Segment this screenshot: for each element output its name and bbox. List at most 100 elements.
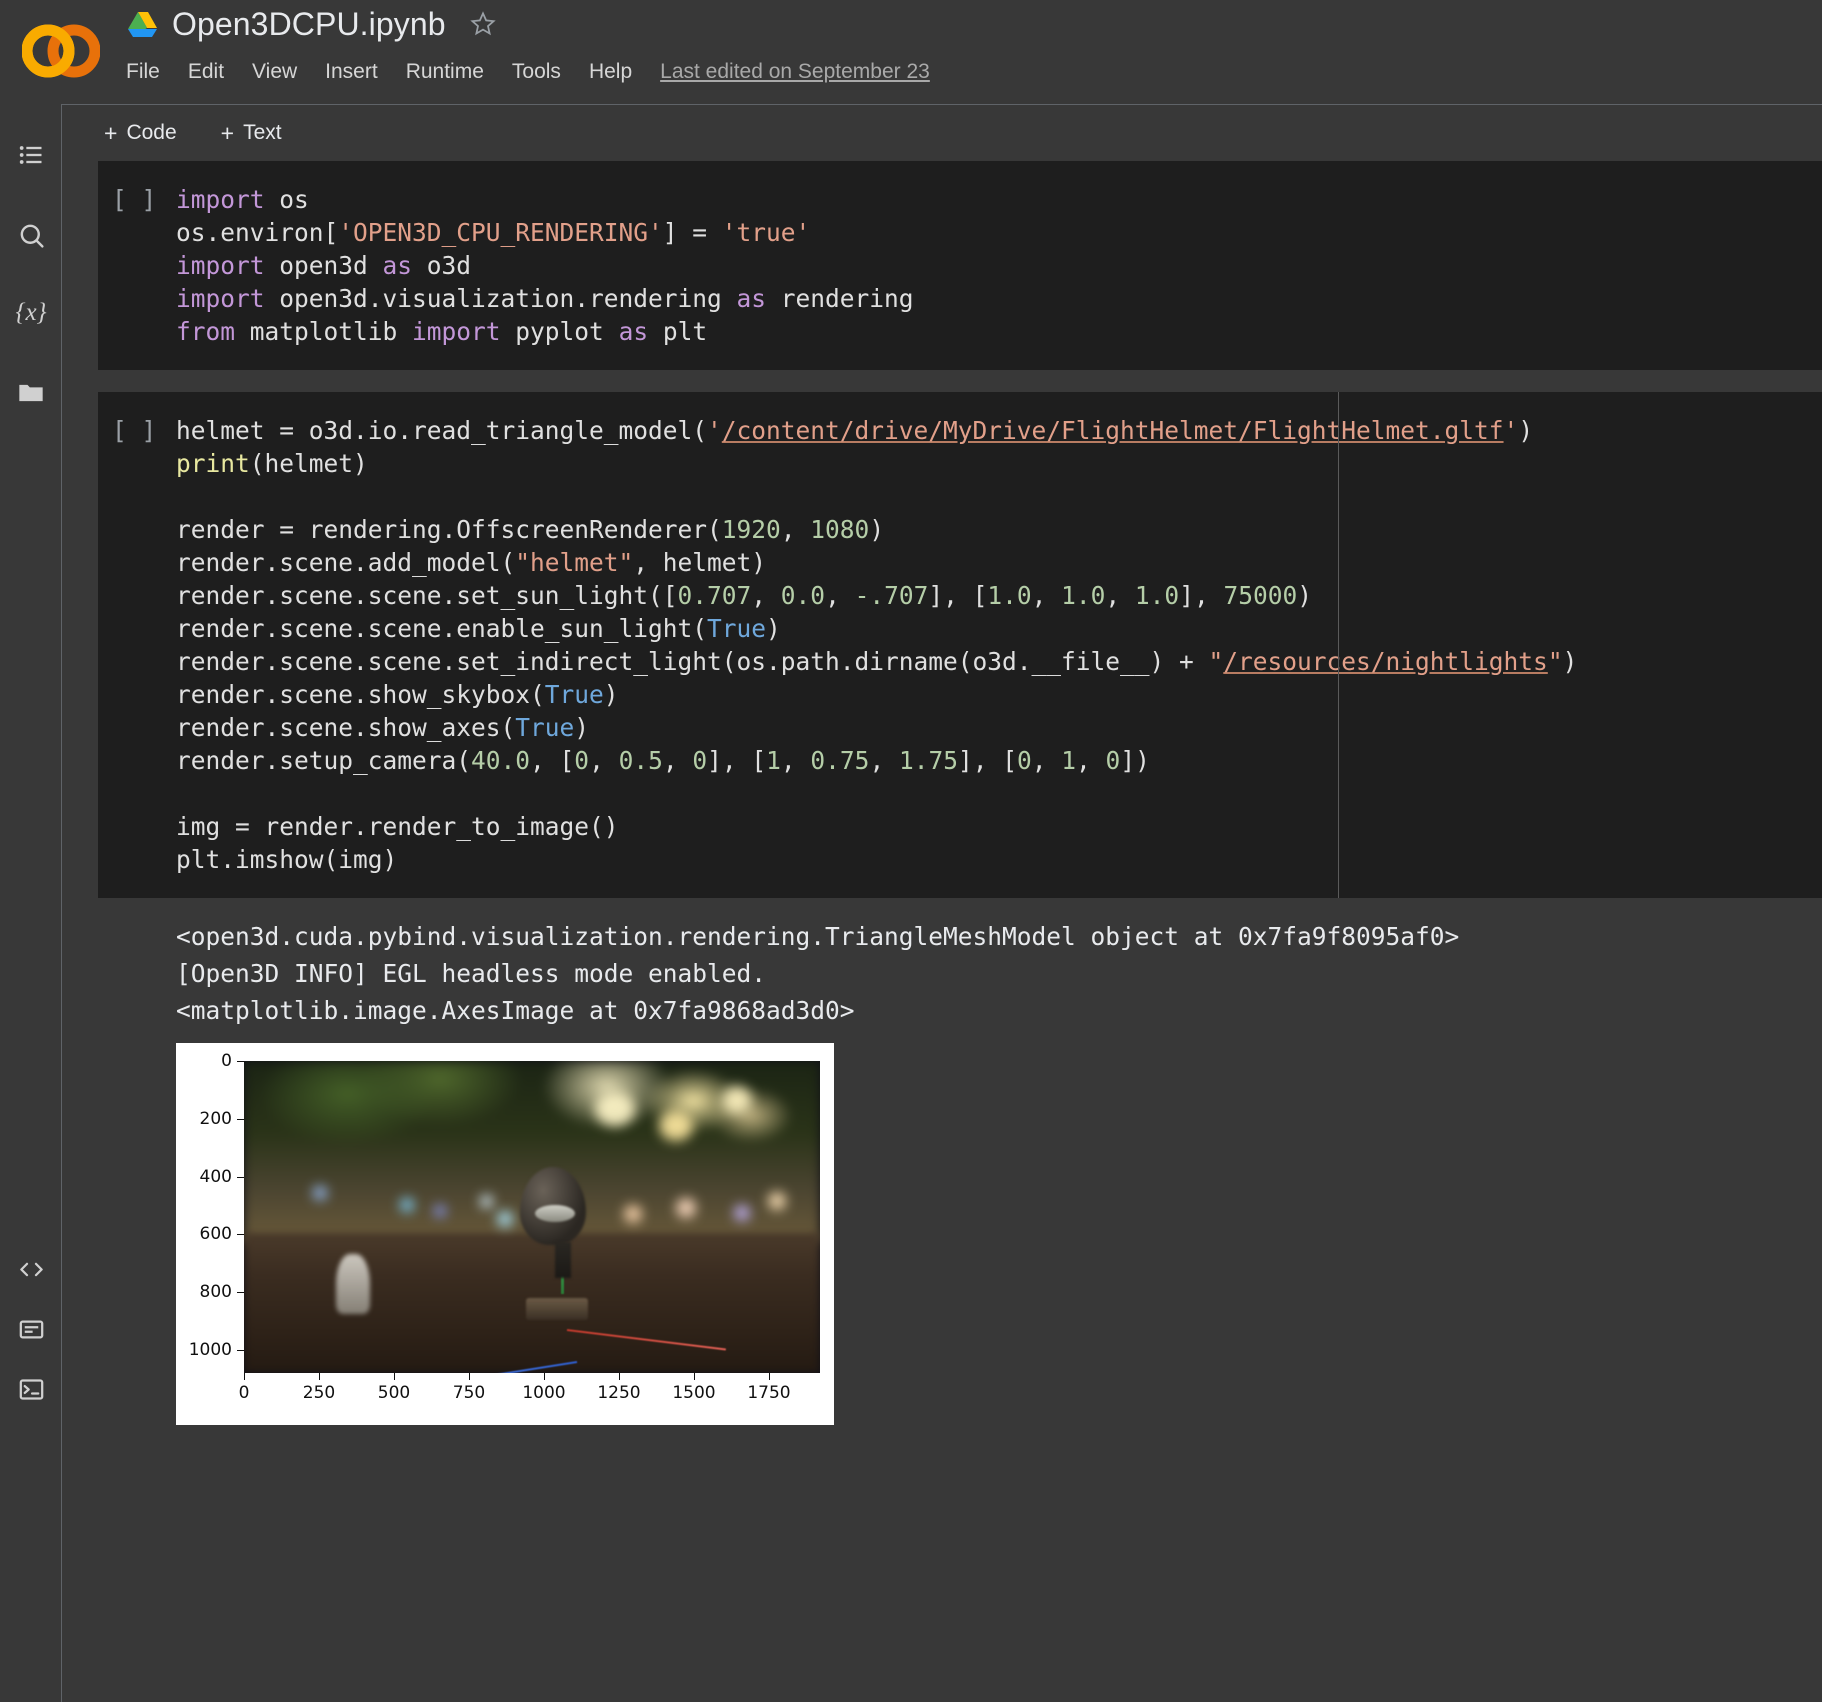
menu-edit[interactable]: Edit: [174, 56, 238, 88]
code-token: 40.0: [471, 746, 531, 775]
code-token: ,: [1031, 581, 1062, 610]
matplotlib-figure[interactable]: 0 200 400 600 800 1000 0 250 500 750 1000 1250 1500 1…: [176, 1043, 834, 1425]
colab-logo[interactable]: [21, 12, 101, 90]
code-token: ): [766, 614, 781, 643]
menu-help[interactable]: Help: [575, 56, 646, 88]
code-cell[interactable]: [ ] import os os.environ['OPEN3D_CPU_REND…: [98, 161, 1822, 370]
document-title-row: Open3DCPU.ipynb: [128, 2, 498, 46]
code-cell[interactable]: [ ] helmet = o3d.io.read_triangle_model(…: [98, 392, 1822, 1455]
code-line: render.scene.add_model("helmet", helmet): [98, 546, 1822, 579]
code-token: ): [574, 713, 590, 742]
x-axis-tick-label: 0: [238, 1383, 250, 1403]
page-title[interactable]: Open3DCPU.ipynb: [172, 2, 446, 46]
code-token: 1: [766, 746, 781, 775]
code-lines: import os os.environ['OPEN3D_CPU_RENDERIN…: [98, 183, 1822, 348]
code-token: True: [544, 680, 604, 709]
variables-icon[interactable]: {x}: [12, 294, 50, 332]
x-axis-tick-mark: [619, 1373, 620, 1380]
app-header: Open3DCPU.ipynb File Edit View Insert Ru…: [0, 0, 1822, 104]
menu-insert[interactable]: Insert: [311, 56, 392, 88]
search-icon[interactable]: [12, 216, 50, 254]
code-token: rendering: [766, 284, 914, 313]
code-token: , helmet): [633, 548, 767, 577]
plus-icon: +: [220, 119, 235, 146]
code-token[interactable]: /resources/nightlights: [1223, 647, 1548, 676]
notebook-area: + Code + Text [ ] import os os.environ['O…: [62, 104, 1822, 1702]
code-lines: helmet = o3d.io.read_triangle_model('/co…: [98, 414, 1822, 876]
code-editor[interactable]: [ ] helmet = o3d.io.read_triangle_model(…: [98, 392, 1822, 898]
variables-glyph: {x}: [15, 299, 47, 326]
bokeh-light: [733, 1204, 750, 1221]
table-of-contents-icon[interactable]: [12, 136, 50, 174]
code-token: import: [176, 251, 265, 280]
code-token: 1.0: [1134, 581, 1180, 610]
code-token: 'OPEN3D_CPU_RENDERING': [338, 218, 663, 247]
code-token: 0.0: [780, 581, 826, 610]
y-axis-tick-mark: [237, 1349, 244, 1351]
code-token: ],: [1179, 581, 1224, 610]
code-line: import open3d as o3d: [98, 249, 1822, 282]
code-token: 1080: [810, 515, 870, 544]
code-snippets-icon[interactable]: [12, 1250, 50, 1288]
code-token: ,: [825, 581, 855, 610]
add-code-cell-label: Code: [126, 121, 177, 144]
code-token: ': [1503, 416, 1519, 445]
run-cell-button[interactable]: [ ]: [112, 414, 156, 447]
code-token: render.scene.show_axes(: [176, 713, 516, 742]
menu-file[interactable]: File: [112, 56, 174, 88]
menu-runtime[interactable]: Runtime: [392, 56, 498, 88]
x-axis-tick-label: 500: [377, 1383, 411, 1403]
code-line: render.scene.show_skybox(True): [98, 678, 1822, 711]
menu-view[interactable]: View: [238, 56, 311, 88]
y-axis-tick-label: 200: [199, 1108, 232, 1129]
helmet-pedestal: [526, 1298, 589, 1321]
code-line: render.scene.scene.set_indirect_light(os…: [98, 645, 1822, 678]
google-drive-icon: [128, 11, 158, 38]
code-editor[interactable]: [ ] import os os.environ['OPEN3D_CPU_REND…: [98, 161, 1822, 370]
code-token: ,: [751, 581, 781, 610]
run-cell-button[interactable]: [ ]: [112, 183, 156, 216]
code-line: render = rendering.OffscreenRenderer(192…: [98, 513, 1822, 546]
code-token: 1: [1061, 746, 1077, 775]
code-token: ': [707, 416, 722, 445]
code-token: 'true': [721, 218, 811, 247]
bokeh-light: [434, 1204, 447, 1217]
code-token: as: [382, 251, 413, 280]
code-token[interactable]: /content/drive/MyDrive/FlightHelmet/Flig…: [722, 416, 1504, 445]
code-line: from matplotlib import pyplot as plt: [98, 315, 1822, 348]
files-icon[interactable]: [12, 374, 50, 412]
code-token: , [: [530, 746, 575, 775]
background-statue: [336, 1254, 371, 1315]
code-token: render.scene.scene.enable_sun_light(: [176, 614, 708, 643]
code-token: helmet = o3d.io.read_triangle_model(: [176, 416, 708, 445]
add-code-cell-button[interactable]: + Code: [96, 117, 185, 150]
code-token: render.scene.show_skybox(: [176, 680, 545, 709]
bokeh-light: [313, 1185, 328, 1200]
code-line: helmet = o3d.io.read_triangle_model('/co…: [98, 414, 1822, 447]
terminal-icon[interactable]: [12, 1370, 50, 1408]
menu-bar: File Edit View Insert Runtime Tools Help…: [112, 56, 930, 88]
code-token: render.scene.scene.set_indirect_light(os…: [176, 647, 1209, 676]
y-axis-tick-mark: [237, 1118, 244, 1120]
code-token: 0: [574, 746, 590, 775]
x-axis-tick-label: 1000: [522, 1383, 566, 1403]
y-axis-tick-mark: [237, 1061, 244, 1062]
figure-axes: [244, 1061, 820, 1373]
code-token: 1.0: [987, 581, 1032, 610]
x-axis-tick-mark: [394, 1373, 395, 1380]
last-edited-label[interactable]: Last edited on September 23: [660, 60, 930, 84]
code-token: ] =: [662, 218, 722, 247]
code-token: matplotlib: [235, 317, 413, 346]
helmet-neck: [555, 1241, 572, 1278]
command-palette-icon[interactable]: [12, 1310, 50, 1348]
code-token: 0.5: [618, 746, 663, 775]
cell-toolbar: + Code + Text: [62, 105, 1822, 161]
star-outline-icon[interactable]: [468, 9, 498, 39]
code-token: ): [1297, 581, 1312, 610]
add-text-cell-button[interactable]: + Text: [213, 117, 290, 150]
code-token: ,: [1031, 746, 1062, 775]
x-axis-tick-mark: [694, 1373, 695, 1380]
code-token: ,: [662, 746, 693, 775]
menu-tools[interactable]: Tools: [498, 56, 575, 88]
